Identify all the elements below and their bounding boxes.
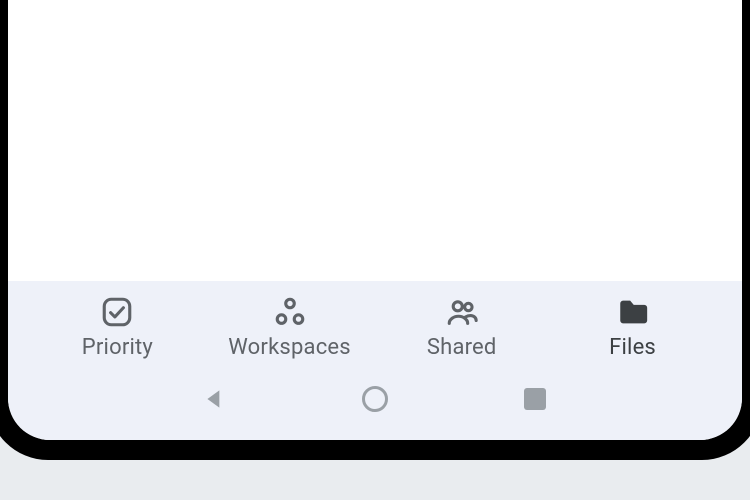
shared-icon xyxy=(445,295,479,329)
recents-button[interactable] xyxy=(520,384,550,414)
home-button[interactable] xyxy=(360,384,390,414)
phone-frame: Modified Jan 16, 2020 W Q4 Proposal Modi… xyxy=(0,0,750,460)
circle-icon xyxy=(362,386,388,412)
nav-label: Shared xyxy=(427,335,497,360)
back-button[interactable] xyxy=(200,384,230,414)
priority-icon xyxy=(100,295,134,329)
nav-priority[interactable]: Priority xyxy=(57,295,177,360)
nav-shared[interactable]: Shared xyxy=(402,295,522,360)
file-list: Modified Jan 16, 2020 W Q4 Proposal Modi… xyxy=(8,0,742,281)
screen: Modified Jan 16, 2020 W Q4 Proposal Modi… xyxy=(8,0,742,440)
workspaces-icon xyxy=(273,295,307,329)
nav-files[interactable]: Files xyxy=(573,295,693,360)
nav-label: Workspaces xyxy=(228,335,351,360)
files-icon xyxy=(616,295,650,329)
square-icon xyxy=(524,388,546,410)
system-nav xyxy=(8,366,742,440)
nav-label: Files xyxy=(609,335,656,360)
bottom-nav: Priority Workspaces Shared Files xyxy=(8,281,742,366)
nav-workspaces[interactable]: Workspaces xyxy=(228,295,351,360)
nav-label: Priority xyxy=(82,335,153,360)
